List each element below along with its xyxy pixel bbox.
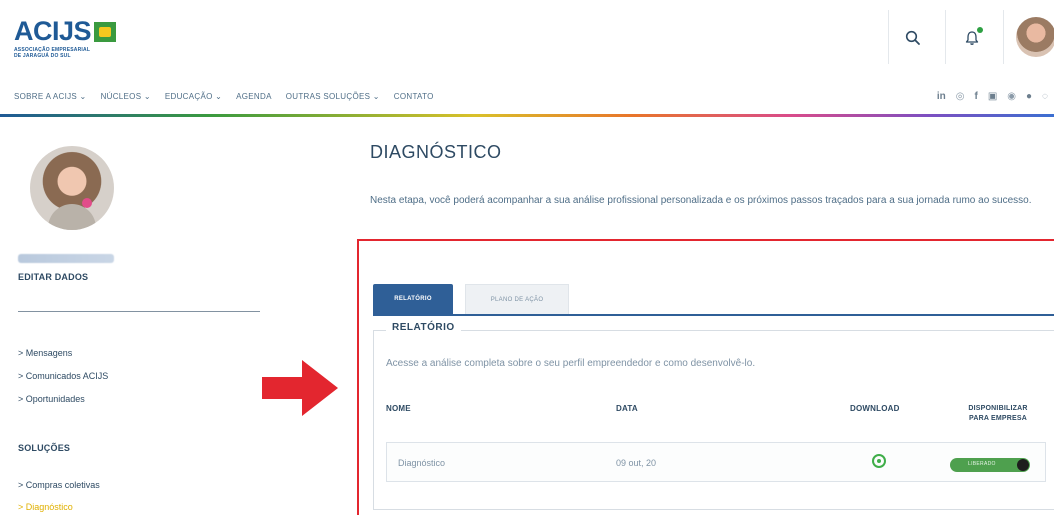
nav-item-educacao[interactable]: EDUCAÇÃO ⌄	[165, 92, 222, 101]
sidebar-item-mensagens[interactable]: > Mensagens	[18, 348, 72, 358]
acijs-logo[interactable]: ACIJS ASSOCIAÇÃO EMPRESARIAL DE JARAGUÁ …	[14, 18, 124, 66]
nav-item-nucleos[interactable]: NÚCLEOS ⌄	[101, 92, 151, 101]
relatorio-section-title: RELATÓRIO	[386, 322, 461, 333]
flickr-icon[interactable]: ◌	[1042, 91, 1048, 102]
edit-data-link[interactable]: EDITAR DADOS	[18, 272, 88, 282]
profile-avatar	[30, 146, 114, 230]
nav-item-contato[interactable]: CONTATO	[394, 92, 434, 101]
search-icon	[905, 30, 920, 45]
sidebar-item-diagnostico[interactable]: > Diagnóstico	[18, 502, 73, 512]
column-header-disponibilizar-line1: DISPONIBILIZAR	[968, 405, 1028, 412]
facebook-icon[interactable]: f	[974, 91, 977, 102]
tab-relatorio[interactable]: RELATÓRIO	[373, 284, 453, 314]
user-avatar[interactable]	[1016, 17, 1054, 57]
sidebar-item-oportunidades[interactable]: > Oportunidades	[18, 394, 85, 404]
nav-item-outras-solucoes[interactable]: OUTRAS SOLUÇÕES ⌄	[286, 92, 380, 101]
user-name-blurred	[18, 254, 114, 263]
top-header: ACIJS ASSOCIAÇÃO EMPRESARIAL DE JARAGUÁ …	[0, 0, 1054, 78]
youtube-icon[interactable]: ▣	[988, 91, 997, 102]
cell-nome: Diagnóstico	[398, 458, 446, 468]
tabs-bar: RELATÓRIO PLANO DE AÇÃO	[373, 284, 1054, 316]
page-intro: Nesta etapa, você poderá acompanhar a su…	[370, 195, 1032, 206]
nav-item-sobre[interactable]: SOBRE A ACIJS ⌄	[14, 92, 87, 101]
toggle-knob	[1017, 459, 1029, 471]
avatar-shirt	[48, 204, 96, 230]
tab-plano-de-acao[interactable]: PLANO DE AÇÃO	[465, 284, 569, 314]
notifications-button[interactable]	[952, 18, 992, 58]
spotify-icon[interactable]: ●	[1026, 91, 1032, 102]
avatar-cup	[82, 198, 92, 208]
page-title: DIAGNÓSTICO	[370, 142, 502, 162]
sidebar-divider	[18, 311, 260, 312]
relatorio-panel	[373, 330, 1054, 510]
column-header-nome: NOME	[386, 404, 411, 413]
logo-mark-icon	[94, 22, 117, 42]
logo-subtitle-2: DE JARAGUÁ DO SUL	[14, 53, 71, 59]
column-header-disponibilizar: DISPONIBILIZAR PARA EMPRESA	[958, 404, 1038, 424]
main-nav: SOBRE A ACIJS ⌄ NÚCLEOS ⌄ EDUCAÇÃO ⌄ AGE…	[0, 78, 1054, 114]
linkedin-icon[interactable]: in	[937, 91, 946, 102]
sidebar-item-comunicados[interactable]: > Comunicados ACIJS	[18, 371, 108, 381]
sidebar-item-compras-coletivas[interactable]: > Compras coletivas	[18, 480, 100, 490]
whatsapp-icon[interactable]: ◉	[1007, 91, 1016, 102]
instagram-icon[interactable]: ◎	[956, 91, 965, 102]
table-row	[386, 442, 1046, 482]
nav-item-agenda[interactable]: AGENDA	[236, 92, 272, 101]
rainbow-divider	[0, 114, 1054, 117]
column-header-download: DOWNLOAD	[850, 404, 900, 413]
disponibilizar-toggle[interactable]: LIBERADO	[950, 458, 1030, 472]
search-button[interactable]	[893, 18, 933, 58]
social-links: in ◎ f ▣ ◉ ● ◌	[937, 78, 1048, 114]
column-header-data: DATA	[616, 404, 638, 413]
logo-wordmark: ACIJS	[14, 16, 92, 46]
download-icon[interactable]	[872, 454, 886, 468]
toggle-label: LIBERADO	[968, 461, 996, 467]
red-arrow-annotation	[262, 360, 338, 416]
cell-data: 09 out, 20	[616, 458, 657, 468]
header-divider	[945, 10, 946, 64]
column-header-disponibilizar-line2: PARA EMPRESA	[968, 415, 1028, 422]
header-divider	[888, 10, 889, 64]
sidebar-section-solucoes: SOLUÇÕES	[18, 443, 71, 453]
notification-dot	[977, 27, 983, 33]
header-divider	[1003, 10, 1004, 64]
relatorio-description: Acesse a análise completa sobre o seu pe…	[386, 358, 756, 369]
